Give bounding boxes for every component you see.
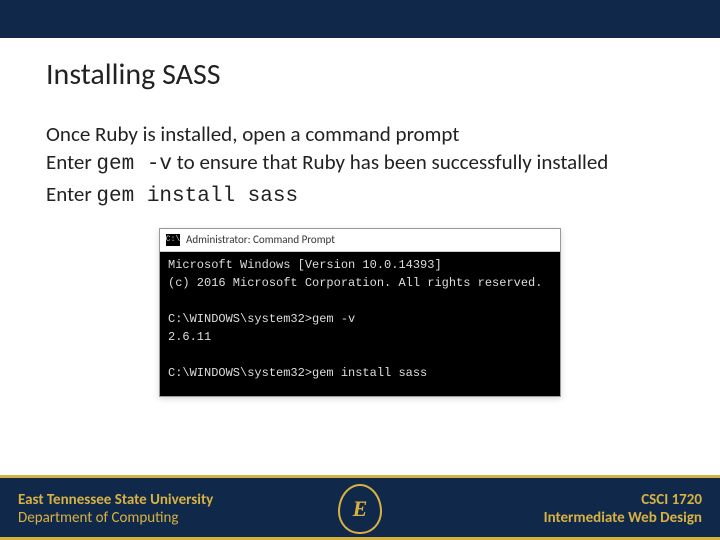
etsu-logo: E [338, 484, 382, 534]
slide-content: Installing SASS Once Ruby is installed, … [0, 38, 720, 397]
footer-right: CSCI 1720 Intermediate Web Design [544, 491, 702, 527]
body-line-3: Enter gem install sass [46, 181, 674, 210]
footer-left: East Tennessee State University Departme… [18, 491, 213, 527]
inline-command: gem install sass [96, 185, 298, 208]
command-prompt-output: Microsoft Windows [Version 10.0.14393] (… [160, 252, 560, 396]
command-prompt-title-text: Administrator: Command Prompt [186, 233, 335, 246]
course-code: CSCI 1720 [544, 491, 702, 509]
body-line-2: Enter gem -v to ensure that Ruby has bee… [46, 149, 674, 178]
inline-command: gem -v [96, 153, 172, 176]
text-fragment: to ensure that Ruby has been successfull… [172, 149, 608, 175]
slide-title: Installing SASS [46, 56, 674, 93]
university-name: East Tennessee State University [18, 491, 213, 509]
body-line-1: Once Ruby is installed, open a command p… [46, 121, 674, 147]
department-name: Department of Computing [18, 509, 213, 527]
slide-footer: East Tennessee State University Departme… [0, 475, 720, 540]
top-accent-bar [0, 0, 720, 38]
command-prompt-window: C:\ Administrator: Command Prompt Micros… [159, 228, 561, 397]
text-fragment: Enter [46, 149, 96, 175]
text-fragment: Enter [46, 181, 96, 207]
command-prompt-titlebar: C:\ Administrator: Command Prompt [160, 229, 560, 252]
command-prompt-icon: C:\ [166, 234, 180, 246]
course-name: Intermediate Web Design [544, 509, 702, 527]
